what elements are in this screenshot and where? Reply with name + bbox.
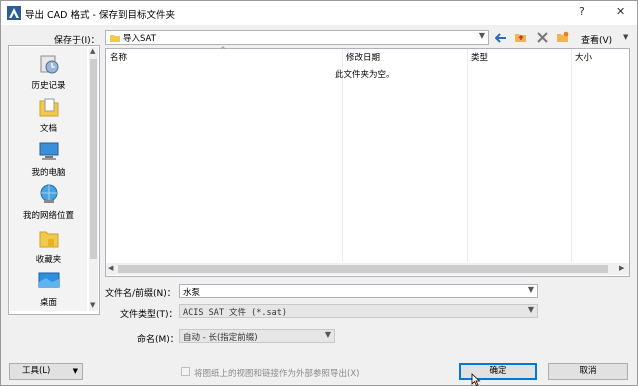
- desktop-icon: [38, 272, 60, 288]
- column-header-name[interactable]: 名称: [110, 51, 127, 63]
- view-menu[interactable]: 查看(V): [581, 33, 612, 46]
- chevron-down-icon[interactable]: ▼: [325, 330, 331, 339]
- filename-label: 文件名/前缀(N)：: [105, 289, 176, 299]
- place-label: 文档: [39, 124, 57, 134]
- chevron-down-icon: ▼: [478, 31, 485, 40]
- place-favorites[interactable]: 收藏夹: [10, 227, 87, 267]
- new-folder-icon[interactable]: [557, 31, 569, 43]
- filename-value: 水泵: [183, 288, 201, 298]
- external-reference-checkbox[interactable]: [181, 367, 190, 376]
- save-in-value: 导入SAT: [123, 34, 156, 44]
- back-icon[interactable]: [495, 32, 507, 44]
- tools-button[interactable]: 工具(L) ▼: [9, 363, 83, 380]
- place-history[interactable]: 历史记录: [10, 53, 87, 93]
- up-folder-icon[interactable]: [515, 31, 527, 43]
- filetype-value: ACIS SAT 文件 (*.sat): [183, 308, 287, 318]
- history-icon: [40, 55, 59, 74]
- computer-icon: [39, 142, 59, 160]
- chevron-down-icon: ▼: [72, 367, 78, 375]
- filetype-label: 文件类型(T)：: [120, 310, 178, 320]
- view-chevron-icon: ▼: [623, 33, 629, 41]
- places-scrollbar[interactable]: ▲ ▼: [89, 47, 98, 311]
- place-network[interactable]: 我的网络位置: [10, 183, 87, 223]
- scroll-up-icon[interactable]: ▲: [90, 47, 95, 55]
- scroll-thumb[interactable]: [90, 59, 97, 259]
- places-list: 历史记录 文档 我的电脑 我的网络位置 收藏夹 桌面: [10, 47, 87, 311]
- folder-icon: [110, 35, 120, 42]
- place-label: 收藏夹: [35, 255, 62, 265]
- save-in-combobox[interactable]: 导入SAT ▼: [105, 30, 489, 45]
- place-documents[interactable]: 文档: [10, 96, 87, 136]
- cancel-button[interactable]: 取消: [548, 363, 628, 380]
- favorites-icon: [39, 231, 59, 248]
- naming-label: 命名(M)：: [137, 335, 179, 345]
- sort-indicator-icon: ^: [220, 46, 226, 54]
- place-computer[interactable]: 我的电脑: [10, 140, 87, 180]
- places-bar: 历史记录 文档 我的电脑 我的网络位置 收藏夹 桌面 ▲ ▼: [8, 45, 100, 315]
- place-label: 我的网络位置: [22, 211, 74, 221]
- network-icon: [40, 184, 58, 203]
- empty-folder-message: 此文件夹为空。: [335, 70, 395, 80]
- file-list-scrollbar[interactable]: ◀ ▶: [106, 263, 629, 275]
- documents-icon: [39, 98, 59, 117]
- scroll-left-icon[interactable]: ◀: [108, 264, 113, 272]
- file-list[interactable]: ^ 名称 修改日期 类型 大小 此文件夹为空。 ◀ ▶: [105, 46, 630, 277]
- place-label: 历史记录: [31, 81, 66, 91]
- window-title: 导出 CAD 格式 - 保存到目标文件夹: [25, 10, 175, 21]
- column-divider: [342, 49, 343, 262]
- chevron-down-icon[interactable]: ▼: [528, 305, 534, 314]
- scroll-thumb[interactable]: [118, 265, 608, 273]
- place-label: 桌面: [39, 298, 57, 308]
- naming-select[interactable]: 自动 - 长(指定前缀) ▼: [179, 329, 335, 343]
- naming-value: 自动 - 长(指定前缀): [183, 333, 258, 343]
- tools-label: 工具(L): [22, 366, 51, 376]
- app-logo-icon: [7, 6, 21, 20]
- chevron-down-icon[interactable]: ▼: [528, 285, 534, 294]
- scroll-right-icon[interactable]: ▶: [619, 264, 624, 272]
- column-divider: [467, 49, 468, 262]
- filename-input[interactable]: 水泵 ▼: [179, 284, 538, 298]
- mouse-cursor-icon: [471, 373, 481, 386]
- external-reference-label: 将图纸上的视图和链接作为外部参照导出(X): [194, 369, 360, 379]
- scroll-down-icon[interactable]: ▼: [90, 301, 95, 309]
- column-header-size[interactable]: 大小: [575, 51, 592, 63]
- export-dialog: 导出 CAD 格式 - 保存到目标文件夹 ? ✕ 保存于(I)： 导入SAT ▼…: [0, 0, 638, 386]
- place-desktop[interactable]: 桌面: [10, 270, 87, 310]
- column-header-date[interactable]: 修改日期: [346, 51, 380, 63]
- close-button[interactable]: ✕: [616, 5, 625, 18]
- column-header-type[interactable]: 类型: [471, 51, 488, 63]
- column-divider: [571, 49, 572, 262]
- filetype-select[interactable]: ACIS SAT 文件 (*.sat) ▼: [179, 304, 538, 318]
- place-label: 我的电脑: [31, 168, 66, 178]
- help-button[interactable]: ?: [579, 5, 585, 18]
- delete-icon[interactable]: [537, 32, 548, 43]
- title-bar: 导出 CAD 格式 - 保存到目标文件夹 ? ✕: [1, 1, 637, 25]
